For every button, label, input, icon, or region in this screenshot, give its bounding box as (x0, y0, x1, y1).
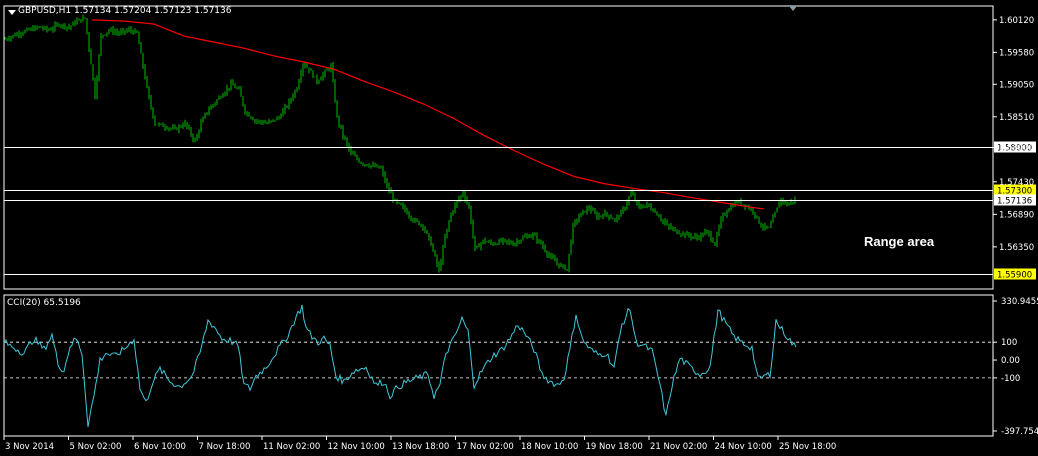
cci-panel-header: CCI(20) 65.5196 (7, 298, 81, 308)
chart-shift-marker-icon (789, 6, 797, 11)
price-axis-label: 1.57430 (999, 178, 1034, 188)
cci-axis-label: 330.9455 (1001, 297, 1038, 307)
time-axis-label: 17 Nov 02:00 (457, 442, 514, 452)
time-axis-label: 6 Nov 10:00 (134, 442, 186, 452)
chart-canvas[interactable]: 1.580001.573001.571361.559001.601201.595… (0, 0, 1038, 456)
trading-chart-window: 1.58000 1.57300 1.57136 1.55900 1.60120 1.595… (0, 0, 1038, 456)
price-axis-label: 1.59580 (999, 48, 1034, 58)
price-axis-label: 1.56890 (999, 210, 1034, 220)
moving-average-line (91, 19, 765, 210)
cci-line (3, 304, 797, 428)
time-axis-label: 3 Nov 2014 (5, 442, 54, 452)
price-axis-label: 1.58000 (999, 144, 1034, 154)
time-axis-label: 19 Nov 18:00 (586, 442, 643, 452)
price-axis-label: 1.58510 (999, 113, 1034, 123)
level-label: 1.57136 (997, 197, 1032, 207)
range-area-label: Range area (864, 234, 935, 249)
cci-axis-label: -397.754 (1001, 427, 1038, 437)
time-axis-label: 21 Nov 02:00 (650, 442, 707, 452)
price-bars (4, 14, 796, 273)
price-axis-label: 1.56350 (999, 243, 1034, 253)
cci-axis-label: 100 (1001, 338, 1017, 348)
time-axis-label: 12 Nov 10:00 (328, 442, 385, 452)
chart-menu-triangle-icon[interactable] (8, 10, 16, 15)
cci-axis-label: 0.00 (1001, 356, 1020, 366)
cci-panel-border (3, 294, 994, 437)
time-axis-label: 13 Nov 18:00 (392, 442, 449, 452)
time-axis-label: 25 Nov 18:00 (779, 442, 836, 452)
time-axis-label: 5 Nov 02:00 (70, 442, 122, 452)
time-axis-label: 11 Nov 02:00 (263, 442, 320, 452)
price-chart-header: GBPUSD,H1 1.57134 1.57204 1.57123 1.5713… (18, 6, 232, 16)
time-axis-label: 7 Nov 18:00 (199, 442, 251, 452)
cci-axis-label: -100 (1001, 374, 1020, 384)
time-axis-label: 18 Nov 10:00 (521, 442, 578, 452)
price-axis-label: 1.60120 (999, 16, 1034, 26)
price-axis-label: 1.59050 (999, 80, 1034, 90)
time-axis-label: 24 Nov 10:00 (715, 442, 772, 452)
level-label: 1.55900 (997, 271, 1032, 281)
